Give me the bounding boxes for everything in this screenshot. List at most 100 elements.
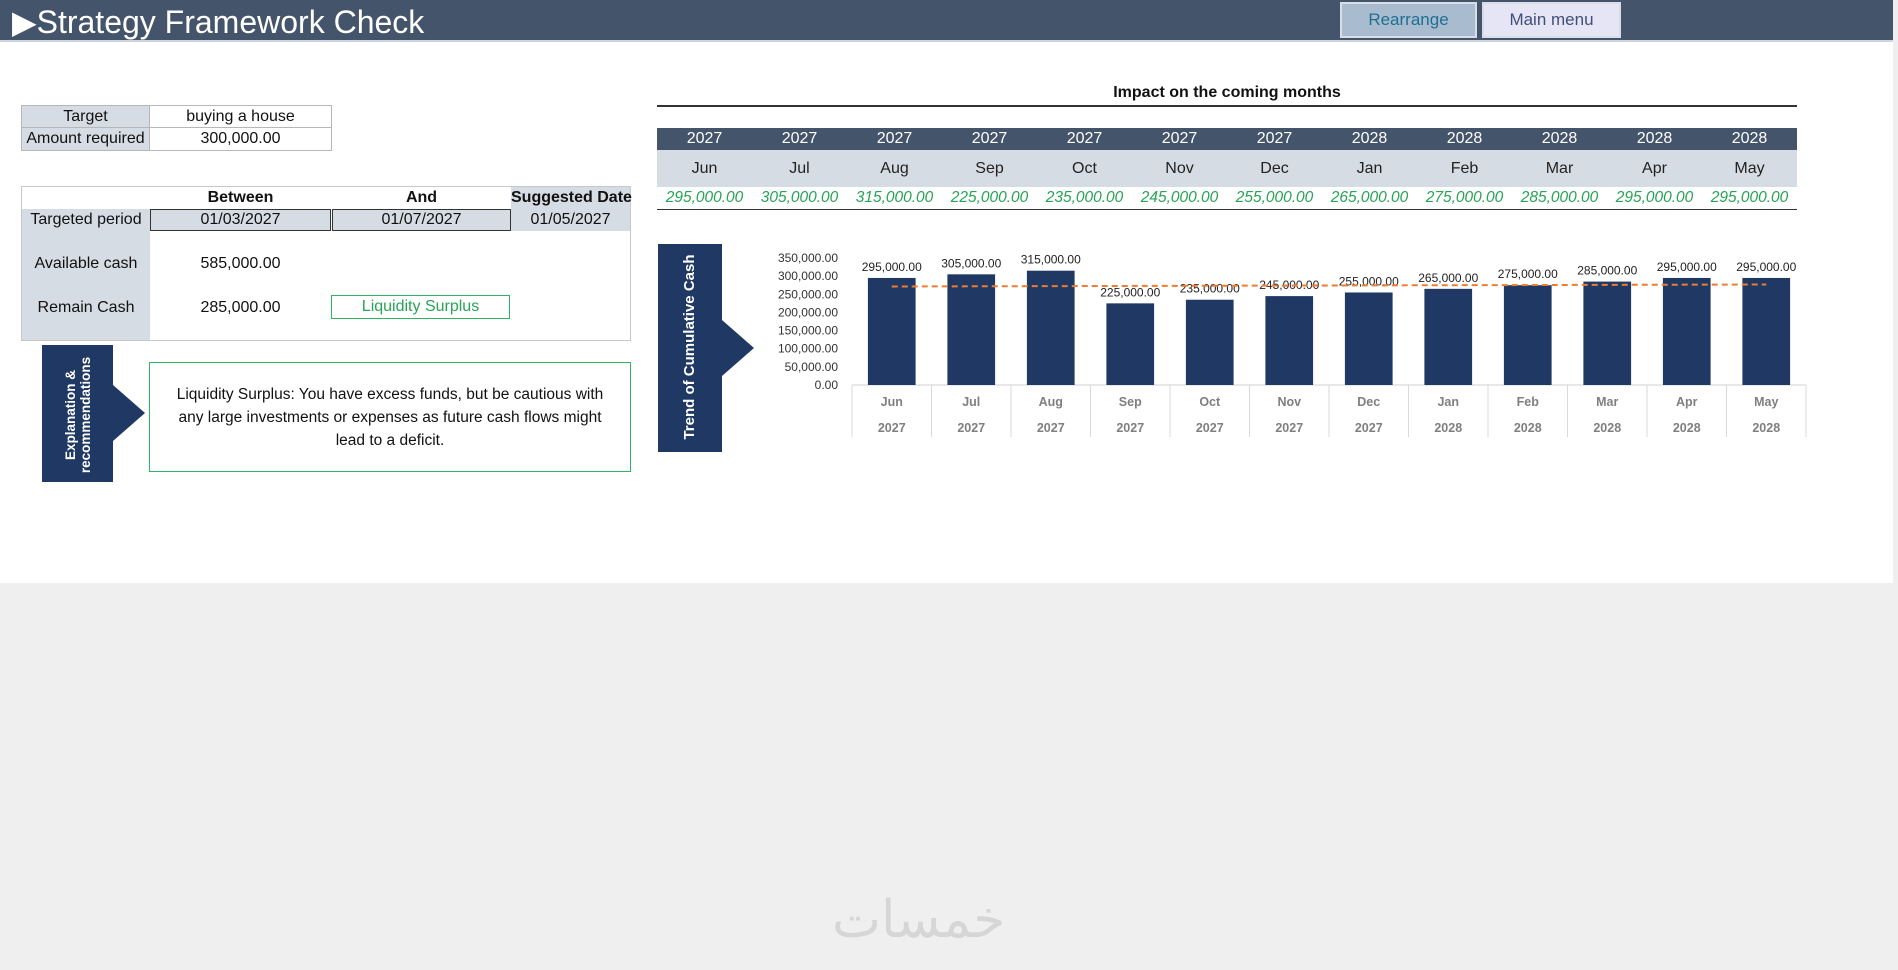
impact-value-cell: 315,000.00 (855, 189, 934, 206)
data-label: 255,000.00 (1339, 274, 1399, 288)
chart-bar (1742, 277, 1791, 385)
impact-month-cell: Aug (880, 160, 909, 177)
explanation-tag-line1: Explanation & (63, 370, 78, 461)
y-tick-label: 50,000.00 (785, 360, 839, 374)
impact-values-row: 295,000.00 305,000.00 315,000.00 225,000.00… (657, 187, 1797, 210)
title-bar: ▶Strategy Framework Check Rearrange Main… (0, 0, 1893, 42)
x-tick-label: Mar (1596, 395, 1618, 409)
impact-month-cell: Oct (1072, 160, 1097, 177)
available-cash-label: Available cash (34, 255, 138, 272)
impact-value-cell: 245,000.00 (1140, 189, 1219, 206)
impact-month-cell: Apr (1642, 160, 1667, 177)
and-header: And (405, 189, 438, 206)
watermark: خمسات (832, 890, 1006, 950)
amount-required-label: Amount required (22, 128, 150, 150)
data-label: 295,000.00 (1657, 260, 1717, 274)
target-label: Target (22, 106, 150, 128)
y-tick-label: 100,000.00 (778, 342, 838, 356)
impact-year-cell: 2028 (1351, 130, 1388, 147)
chart-bar (867, 277, 916, 385)
data-label: 225,000.00 (1100, 285, 1160, 299)
data-label: 285,000.00 (1577, 264, 1637, 278)
scrollbar-gutter (1893, 0, 1898, 583)
chart-bar (1265, 296, 1314, 385)
data-label: 245,000.00 (1259, 278, 1319, 292)
cumulative-cash-chart: 0.00 50,000.00 100,000.00 150,000.00 200,000… (778, 251, 1807, 437)
and-date-input[interactable]: 01/07/2027 (332, 209, 511, 231)
x-tick-label: Jun (881, 395, 903, 409)
impact-year-cell: 2028 (1731, 130, 1768, 147)
between-date-input[interactable]: 01/03/2027 (150, 209, 331, 231)
impact-year-cell: 2028 (1446, 130, 1483, 147)
title-underline (0, 40, 1893, 42)
liquidity-status-badge: Liquidity Surplus (331, 295, 510, 319)
x-tick-label: Feb (1517, 395, 1540, 409)
chart-bar (1185, 299, 1234, 385)
suggested-date-value: 01/05/2027 (511, 209, 630, 231)
x-year-label: 2027 (1355, 421, 1383, 435)
target-value[interactable]: buying a house (150, 106, 331, 128)
explanation-tag-line2: recommendations (78, 356, 93, 474)
x-year-label: 2028 (1514, 421, 1542, 435)
impact-month-cell: May (1734, 160, 1765, 177)
explanation-tag: Explanation & recommendations (42, 345, 145, 485)
y-tick-label: 300,000.00 (778, 269, 838, 283)
explanation-text: Liquidity Surplus: You have excess funds… (176, 385, 604, 449)
x-tick-label: Aug (1039, 395, 1063, 409)
x-year-label: 2027 (957, 421, 985, 435)
data-label: 315,000.00 (1021, 253, 1081, 267)
chart-bar (1344, 292, 1393, 385)
impact-value-cell: 265,000.00 (1330, 189, 1409, 206)
period-table: Between And Suggested Date Targeted peri… (21, 186, 632, 341)
remain-cash-label: Remain Cash (37, 299, 135, 316)
chart-bar (1503, 285, 1552, 385)
impact-value-cell: 305,000.00 (760, 189, 839, 206)
x-tick-label: Apr (1676, 395, 1698, 409)
impact-value-cell: 225,000.00 (950, 189, 1029, 206)
impact-value-cell: 275,000.00 (1425, 189, 1504, 206)
x-year-label: 2028 (1593, 421, 1621, 435)
y-tick-label: 0.00 (815, 378, 839, 392)
impact-year-cell: 2027 (1256, 130, 1293, 147)
chart-tag: Trend of Cumulative Cash (658, 244, 754, 452)
x-year-label: 2027 (1037, 421, 1065, 435)
impact-month-cell: Jun (691, 160, 718, 177)
impact-month-cell: Mar (1545, 160, 1574, 177)
impact-year-cell: 2027 (1161, 130, 1198, 147)
impact-month-cell: Jul (789, 160, 810, 177)
x-year-label: 2027 (1116, 421, 1144, 435)
impact-year-cell: 2027 (686, 130, 723, 147)
chart-bar (1583, 281, 1632, 385)
x-year-label: 2027 (1196, 421, 1224, 435)
available-cash-value: 585,000.00 (200, 255, 281, 272)
chart-bar (947, 274, 996, 385)
data-label: 275,000.00 (1498, 267, 1558, 281)
remain-cash-value: 285,000.00 (200, 299, 281, 316)
impact-year-cell: 2028 (1636, 130, 1673, 147)
x-tick-label: May (1754, 395, 1778, 409)
explanation-arrow-icon (113, 385, 145, 441)
rearrange-button[interactable]: Rearrange (1340, 2, 1477, 38)
data-label: 295,000.00 (862, 260, 922, 274)
x-year-label: 2028 (1752, 421, 1780, 435)
impact-month-cell: Nov (1165, 160, 1194, 177)
targeted-period-label: Targeted period (30, 211, 142, 228)
explanation-tag-label: Explanation & recommendations (63, 345, 93, 485)
impact-month-cell: Sep (975, 160, 1004, 177)
data-label: 295,000.00 (1736, 260, 1796, 274)
x-tick-label: Dec (1357, 395, 1380, 409)
amount-required-value[interactable]: 300,000.00 (150, 128, 331, 150)
impact-month-cell: Jan (1356, 160, 1383, 177)
impact-year-cell: 2027 (971, 130, 1008, 147)
impact-months-row: Jun Jul Aug Sep Oct Nov Dec Jan Feb Mar Apr May (657, 150, 1797, 187)
explanation-box: Liquidity Surplus: You have excess funds… (149, 362, 631, 472)
impact-month-cell: Feb (1450, 160, 1479, 177)
y-tick-label: 350,000.00 (778, 251, 838, 265)
impact-year-cell: 2028 (1541, 130, 1578, 147)
impact-value-cell: 295,000.00 (665, 189, 744, 206)
chart-bar (1662, 277, 1711, 385)
trend-line (891, 283, 1767, 288)
x-year-label: 2028 (1673, 421, 1701, 435)
impact-title-underline (657, 105, 1797, 107)
main-menu-button[interactable]: Main menu (1482, 2, 1621, 38)
